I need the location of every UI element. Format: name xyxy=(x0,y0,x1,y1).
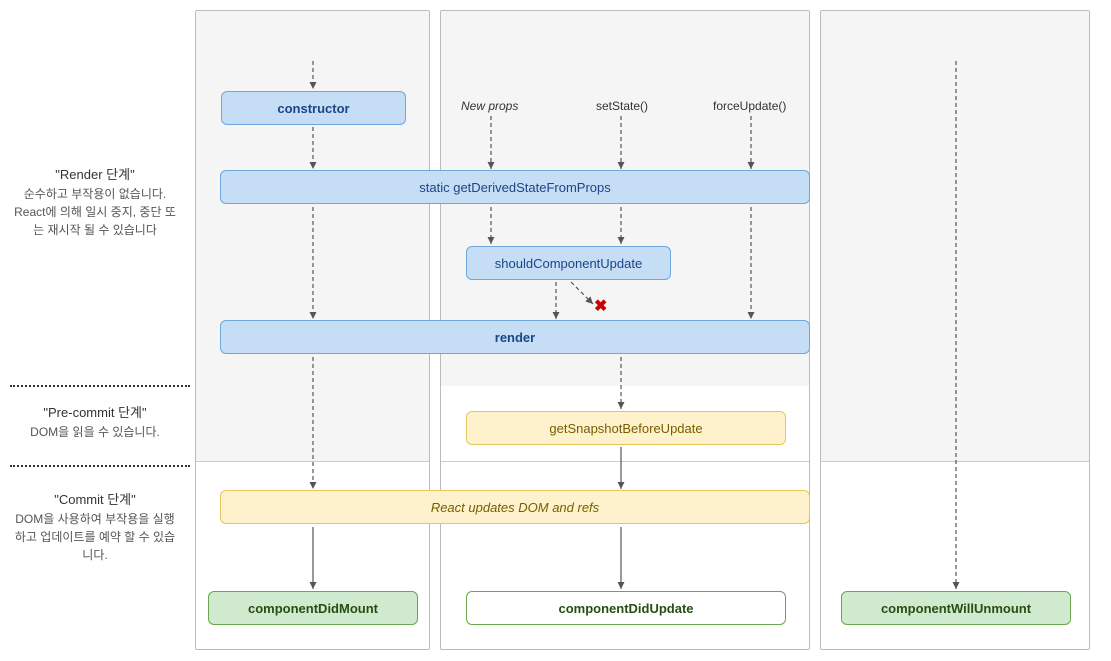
phase-render-title: "Render 단계" xyxy=(10,165,180,185)
node-scu: shouldComponentUpdate xyxy=(466,246,671,280)
phase-commit-title: "Commit 단계" xyxy=(10,490,180,510)
phase-render-desc: 순수하고 부작용이 없습니다. React에 의해 일시 중지, 중단 또는 재… xyxy=(10,185,180,239)
col-unmount-line xyxy=(821,461,1089,462)
trigger-newprops: New props xyxy=(461,99,518,113)
columns: 생성 될 때 constructor componentDidMount 업 xyxy=(195,10,1090,650)
node-cdu: componentDidUpdate xyxy=(466,591,786,625)
node-gsbu: getSnapshotBeforeUpdate xyxy=(466,411,786,445)
node-constructor: constructor xyxy=(221,91,406,125)
node-cwu: componentWillUnmount xyxy=(841,591,1071,625)
column-unmount: 제거 할 때 componentWillUnmount xyxy=(820,10,1090,650)
phase-render: "Render 단계" 순수하고 부작용이 없습니다. React에 의해 일시… xyxy=(10,165,180,239)
lifecycle-diagram: "Render 단계" 순수하고 부작용이 없습니다. React에 의해 일시… xyxy=(10,10,1100,650)
phase-precommit-title: "Pre-commit 단계" xyxy=(10,403,180,423)
col-mount-shade xyxy=(196,11,429,461)
phase-precommit: "Pre-commit 단계" DOM을 읽을 수 있습니다. xyxy=(10,403,180,441)
node-gdsfp: static getDerivedStateFromProps xyxy=(220,170,810,204)
phase-commit: "Commit 단계" DOM을 사용하여 부작용을 실행하고 업데이트를 예약… xyxy=(10,490,180,564)
node-render: render xyxy=(220,320,810,354)
trigger-setstate: setState() xyxy=(596,99,648,113)
col-unmount-shade xyxy=(821,11,1089,461)
phase-commit-desc: DOM을 사용하여 부작용을 실행하고 업데이트를 예약 할 수 있습니다. xyxy=(10,510,180,564)
phase-labels: "Render 단계" 순수하고 부작용이 없습니다. React에 의해 일시… xyxy=(10,10,190,650)
phase-sep-2 xyxy=(10,465,190,467)
phase-sep-1 xyxy=(10,385,190,387)
node-cdm: componentDidMount xyxy=(208,591,418,625)
node-react-updates: React updates DOM and refs xyxy=(220,490,810,524)
col-mount-line xyxy=(196,461,429,462)
trigger-forceupdate: forceUpdate() xyxy=(713,99,786,113)
phase-precommit-desc: DOM을 읽을 수 있습니다. xyxy=(10,423,180,441)
col-update-line xyxy=(441,461,809,462)
x-icon: ✖ xyxy=(594,296,607,316)
